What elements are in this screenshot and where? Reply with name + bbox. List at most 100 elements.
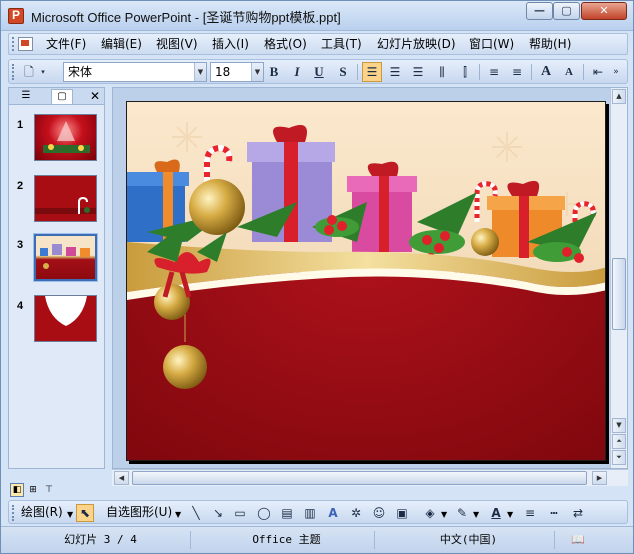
slide-thumbnail-2[interactable] xyxy=(34,175,97,222)
close-icon: ✕ xyxy=(599,4,609,17)
chevron-down-icon[interactable]: ▼ xyxy=(441,508,447,522)
slide-thumbnail-3[interactable] xyxy=(33,233,98,282)
toolbar-grip[interactable] xyxy=(12,64,15,80)
picture-icon[interactable]: ▣ xyxy=(393,504,411,522)
align-center-icon[interactable]: ☰ xyxy=(385,62,405,82)
powerpoint-window: Microsoft Office PowerPoint - [圣诞节购物ppt模… xyxy=(0,0,634,554)
menu-insert[interactable]: 插入(I) xyxy=(212,37,249,51)
font-color-icon[interactable]: A xyxy=(487,504,505,522)
align-left-icon[interactable]: ☰ xyxy=(362,62,382,82)
previous-slide-icon[interactable]: ⏶ xyxy=(612,434,626,449)
menu-tools[interactable]: 工具(T) xyxy=(321,37,362,51)
slide-number: 1 xyxy=(17,119,24,131)
column-align-icon[interactable]: ⫿ xyxy=(455,62,475,82)
christmas-tree-icon xyxy=(43,121,90,153)
chevron-down-icon[interactable]: ▼ xyxy=(194,63,206,81)
scroll-left-icon[interactable]: ◀ xyxy=(114,471,129,485)
decrease-indent-icon[interactable]: ⇤ xyxy=(588,62,608,82)
shadow-button[interactable]: S xyxy=(333,62,353,82)
numbering-icon[interactable]: ≡ xyxy=(484,62,504,82)
menu-bar: 文件(F) 编辑(E) 视图(V) 插入(I) 格式(O) 工具(T) 幻灯片放… xyxy=(8,33,628,55)
align-right-icon[interactable]: ☰ xyxy=(408,62,428,82)
textbox-icon[interactable]: ▤ xyxy=(278,504,296,522)
draw-menu-button[interactable]: 绘图(R) xyxy=(21,505,63,519)
autoshapes-menu-button[interactable]: 自选图形(U) xyxy=(106,505,172,519)
outline-tab-icon[interactable]: ☰ xyxy=(15,89,37,104)
line-style-icon[interactable]: ≡ xyxy=(521,504,539,522)
slide-sorter-view-icon[interactable]: ⊞ xyxy=(26,483,40,497)
pane-close-icon[interactable]: ✕ xyxy=(90,89,100,103)
line-icon[interactable]: ╲ xyxy=(187,504,205,522)
grow-font-button[interactable]: A xyxy=(536,62,556,82)
view-buttons: ◧ ⊞ ⊤ xyxy=(8,483,105,498)
slide-editing-area[interactable] xyxy=(112,87,628,469)
toolbar-options-icon[interactable]: ▾ xyxy=(38,62,48,82)
spelling-check-icon[interactable]: 📖 xyxy=(563,531,593,549)
arrow-style-icon[interactable]: ⇄ xyxy=(569,504,587,522)
oval-icon[interactable]: ◯ xyxy=(255,504,273,522)
scroll-down-icon[interactable]: ▼ xyxy=(612,418,626,433)
scroll-right-icon[interactable]: ▶ xyxy=(592,471,607,485)
toolbar-grip[interactable] xyxy=(12,37,15,51)
vertical-textbox-icon[interactable]: ▥ xyxy=(301,504,319,522)
horizontal-scroll-thumb[interactable] xyxy=(132,471,587,485)
formatting-toolbar: 🗋 ▾ 宋体 ▼ 18 ▼ B I U S ☰ ☰ ☰ ⫼ ⫿ ≡ ≡ A A … xyxy=(8,59,628,84)
slides-tab-icon[interactable]: ▢ xyxy=(51,89,73,104)
italic-button[interactable]: I xyxy=(287,62,307,82)
dash-style-icon[interactable]: ┅ xyxy=(545,504,563,522)
slide-thumbnail-4[interactable] xyxy=(34,295,97,342)
underline-button[interactable]: U xyxy=(309,62,329,82)
font-name-combo[interactable]: 宋体 ▼ xyxy=(63,62,207,82)
horizontal-scrollbar[interactable]: ◀ ▶ xyxy=(112,469,628,486)
powerpoint-app-icon[interactable] xyxy=(8,8,24,24)
normal-view-icon[interactable]: ◧ xyxy=(10,483,24,497)
maximize-button[interactable]: ▢ xyxy=(553,2,580,20)
menu-format[interactable]: 格式(O) xyxy=(264,37,307,51)
gifts-icon xyxy=(40,244,90,269)
arrow-icon[interactable]: ↘ xyxy=(209,504,227,522)
new-slide-icon[interactable]: 🗋 xyxy=(19,62,39,82)
chevron-down-icon[interactable]: ▼ xyxy=(473,508,479,522)
chevron-down-icon[interactable]: ▼ xyxy=(175,508,181,522)
minimize-button[interactable]: — xyxy=(526,2,553,20)
slides-pane: ☰ ▢ ✕ 1 2 3 4 xyxy=(8,87,105,469)
chevron-down-icon[interactable]: ▼ xyxy=(507,508,513,522)
candy-cane-icon xyxy=(35,196,96,214)
shrink-font-button[interactable]: A xyxy=(559,62,579,82)
chevron-down-icon[interactable]: ▼ xyxy=(67,508,73,522)
line-color-icon[interactable]: ✎ xyxy=(453,504,471,522)
document-menu-icon[interactable] xyxy=(18,37,33,51)
current-slide[interactable] xyxy=(126,101,606,461)
rectangle-icon[interactable]: ▭ xyxy=(231,504,249,522)
vertical-scrollbar[interactable]: ▲ ▼ ⏶ ⏷ xyxy=(610,88,627,468)
diagram-icon[interactable]: ✲ xyxy=(347,504,365,522)
toolbar-overflow-icon[interactable]: » xyxy=(609,62,623,82)
fill-color-icon[interactable]: ◈ xyxy=(421,504,439,522)
distributed-align-icon[interactable]: ⫼ xyxy=(432,62,452,82)
close-button[interactable]: ✕ xyxy=(581,2,627,20)
font-size-combo[interactable]: 18 ▼ xyxy=(210,62,264,82)
drawing-toolbar: 绘图(R) ▼ ⬉ 自选图形(U) ▼ ╲ ↘ ▭ ◯ ▤ ▥ A ✲ ☺ ▣ … xyxy=(8,500,628,524)
wordart-icon[interactable]: A xyxy=(324,504,342,522)
menu-window[interactable]: 窗口(W) xyxy=(469,37,514,51)
select-arrow-icon[interactable]: ⬉ xyxy=(76,504,94,522)
clipart-icon[interactable]: ☺ xyxy=(370,504,388,522)
menu-slideshow[interactable]: 幻灯片放映(D) xyxy=(377,37,456,51)
slide-number: 4 xyxy=(17,300,24,312)
menu-edit[interactable]: 编辑(E) xyxy=(101,37,142,51)
menu-view[interactable]: 视图(V) xyxy=(156,37,198,51)
bold-button[interactable]: B xyxy=(264,62,284,82)
menu-file[interactable]: 文件(F) xyxy=(46,37,86,51)
chevron-down-icon[interactable]: ▼ xyxy=(251,63,263,81)
slideshow-view-icon[interactable]: ⊤ xyxy=(42,483,56,497)
santa-beard-icon xyxy=(45,296,87,326)
bullets-icon[interactable]: ≡ xyxy=(507,62,527,82)
next-slide-icon[interactable]: ⏷ xyxy=(612,450,626,465)
title-bar[interactable]: Microsoft Office PowerPoint - [圣诞节购物ppt模… xyxy=(1,1,633,31)
toolbar-grip[interactable] xyxy=(12,505,15,521)
scroll-up-icon[interactable]: ▲ xyxy=(612,89,626,104)
slide-thumbnail-1[interactable] xyxy=(34,114,97,161)
menu-help[interactable]: 帮助(H) xyxy=(529,37,571,51)
toolbar-separator xyxy=(531,64,532,80)
vertical-scroll-thumb[interactable] xyxy=(612,258,626,330)
